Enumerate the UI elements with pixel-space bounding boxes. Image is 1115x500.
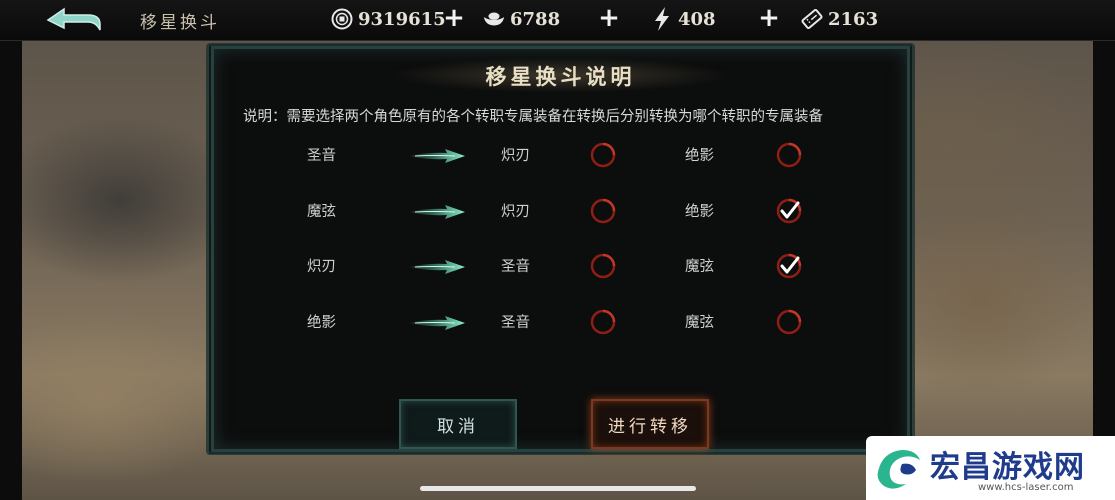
lightning-icon: [650, 7, 674, 31]
dialog-description: 说明：需要选择两个角色原有的各个转职专属装备在转换后分别转换为哪个转职的专属装备: [243, 109, 823, 125]
top-bar: 移星换斗 9319615 + 6788 + 408 + 2163: [0, 0, 1115, 41]
screen-title: 移星换斗: [140, 13, 220, 33]
source-class-label: 魔弦: [307, 203, 336, 220]
transfer-row: 绝影 圣音 魔弦: [214, 303, 907, 343]
coin-value: 9319615: [358, 8, 446, 30]
empty-circle-icon: [590, 142, 616, 168]
confirm-transfer-button[interactable]: 进行转移: [591, 399, 709, 449]
empty-circle-icon: [776, 142, 802, 168]
option-a-label: 炽刃: [501, 203, 530, 220]
coin-counter: 9319615: [330, 6, 446, 32]
transfer-row: 圣音 炽刃 绝影: [214, 136, 907, 176]
option-a-label: 炽刃: [501, 148, 530, 164]
option-a-label: 圣音: [501, 259, 530, 275]
empty-circle-icon: [590, 198, 616, 223]
coin-icon: [330, 7, 354, 31]
stamina-value: 408: [678, 8, 716, 30]
option-b-label: 魔弦: [685, 259, 714, 275]
empty-circle-icon: [590, 253, 616, 279]
ticket-icon: [800, 7, 824, 31]
home-indicator[interactable]: [420, 486, 696, 491]
transfer-row: 炽刃 圣音 魔弦: [214, 247, 907, 287]
option-b-label: 绝影: [685, 148, 714, 164]
dialog-title: 移星换斗说明: [485, 64, 636, 89]
option-b-label: 魔弦: [685, 314, 714, 331]
ticket-value: 2163: [828, 8, 879, 30]
source-class-label: 圣音: [307, 148, 336, 164]
option-b-checkbox[interactable]: [774, 251, 804, 281]
checked-circle-icon: [776, 198, 802, 223]
option-a-checkbox[interactable]: [588, 251, 618, 281]
dragon-logo-icon: [877, 450, 920, 489]
arrow-icon: [407, 313, 467, 333]
option-a-label: 圣音: [501, 314, 530, 331]
silver-value: 6788: [510, 8, 561, 30]
empty-circle-icon: [590, 309, 616, 334]
checked-circle-icon: [776, 253, 802, 279]
arrow-icon: [407, 202, 467, 222]
transfer-row: 魔弦 炽刃 绝影: [214, 192, 907, 232]
cancel-button[interactable]: 取消: [399, 399, 517, 449]
ticket-counter: 2163: [800, 6, 878, 32]
option-b-checkbox[interactable]: [774, 307, 804, 337]
source-class-label: 绝影: [307, 314, 336, 331]
silver-counter: 6788: [482, 6, 560, 32]
option-b-label: 绝影: [685, 203, 714, 220]
arrow-icon: [407, 257, 467, 277]
option-b-checkbox[interactable]: [774, 140, 804, 170]
transfer-dialog: 移星换斗说明 说明：需要选择两个角色原有的各个转职专属装备在转换后分别转换为哪个…: [206, 43, 915, 455]
stamina-counter: 408: [650, 6, 716, 32]
silver-ingot-icon: [482, 7, 506, 31]
add-coin-button[interactable]: +: [442, 4, 466, 32]
left-letterbox: [0, 40, 22, 500]
source-class-label: 炽刃: [307, 259, 336, 275]
option-a-checkbox[interactable]: [588, 196, 618, 226]
add-silver-button[interactable]: +: [597, 4, 621, 32]
arrow-icon: [407, 146, 467, 166]
back-arrow-icon: [46, 7, 101, 31]
option-b-checkbox[interactable]: [774, 196, 804, 226]
option-a-checkbox[interactable]: [588, 307, 618, 337]
right-letterbox: [1093, 40, 1115, 500]
watermark-title: 宏昌游戏网: [930, 450, 1085, 485]
watermark-url: www.hcs-laser.com: [978, 482, 1074, 493]
empty-circle-icon: [776, 309, 802, 334]
option-a-checkbox[interactable]: [588, 140, 618, 170]
back-button[interactable]: [44, 6, 106, 34]
site-watermark: 宏昌游戏网 www.hcs-laser.com: [866, 436, 1115, 500]
add-stamina-button[interactable]: +: [757, 4, 781, 32]
